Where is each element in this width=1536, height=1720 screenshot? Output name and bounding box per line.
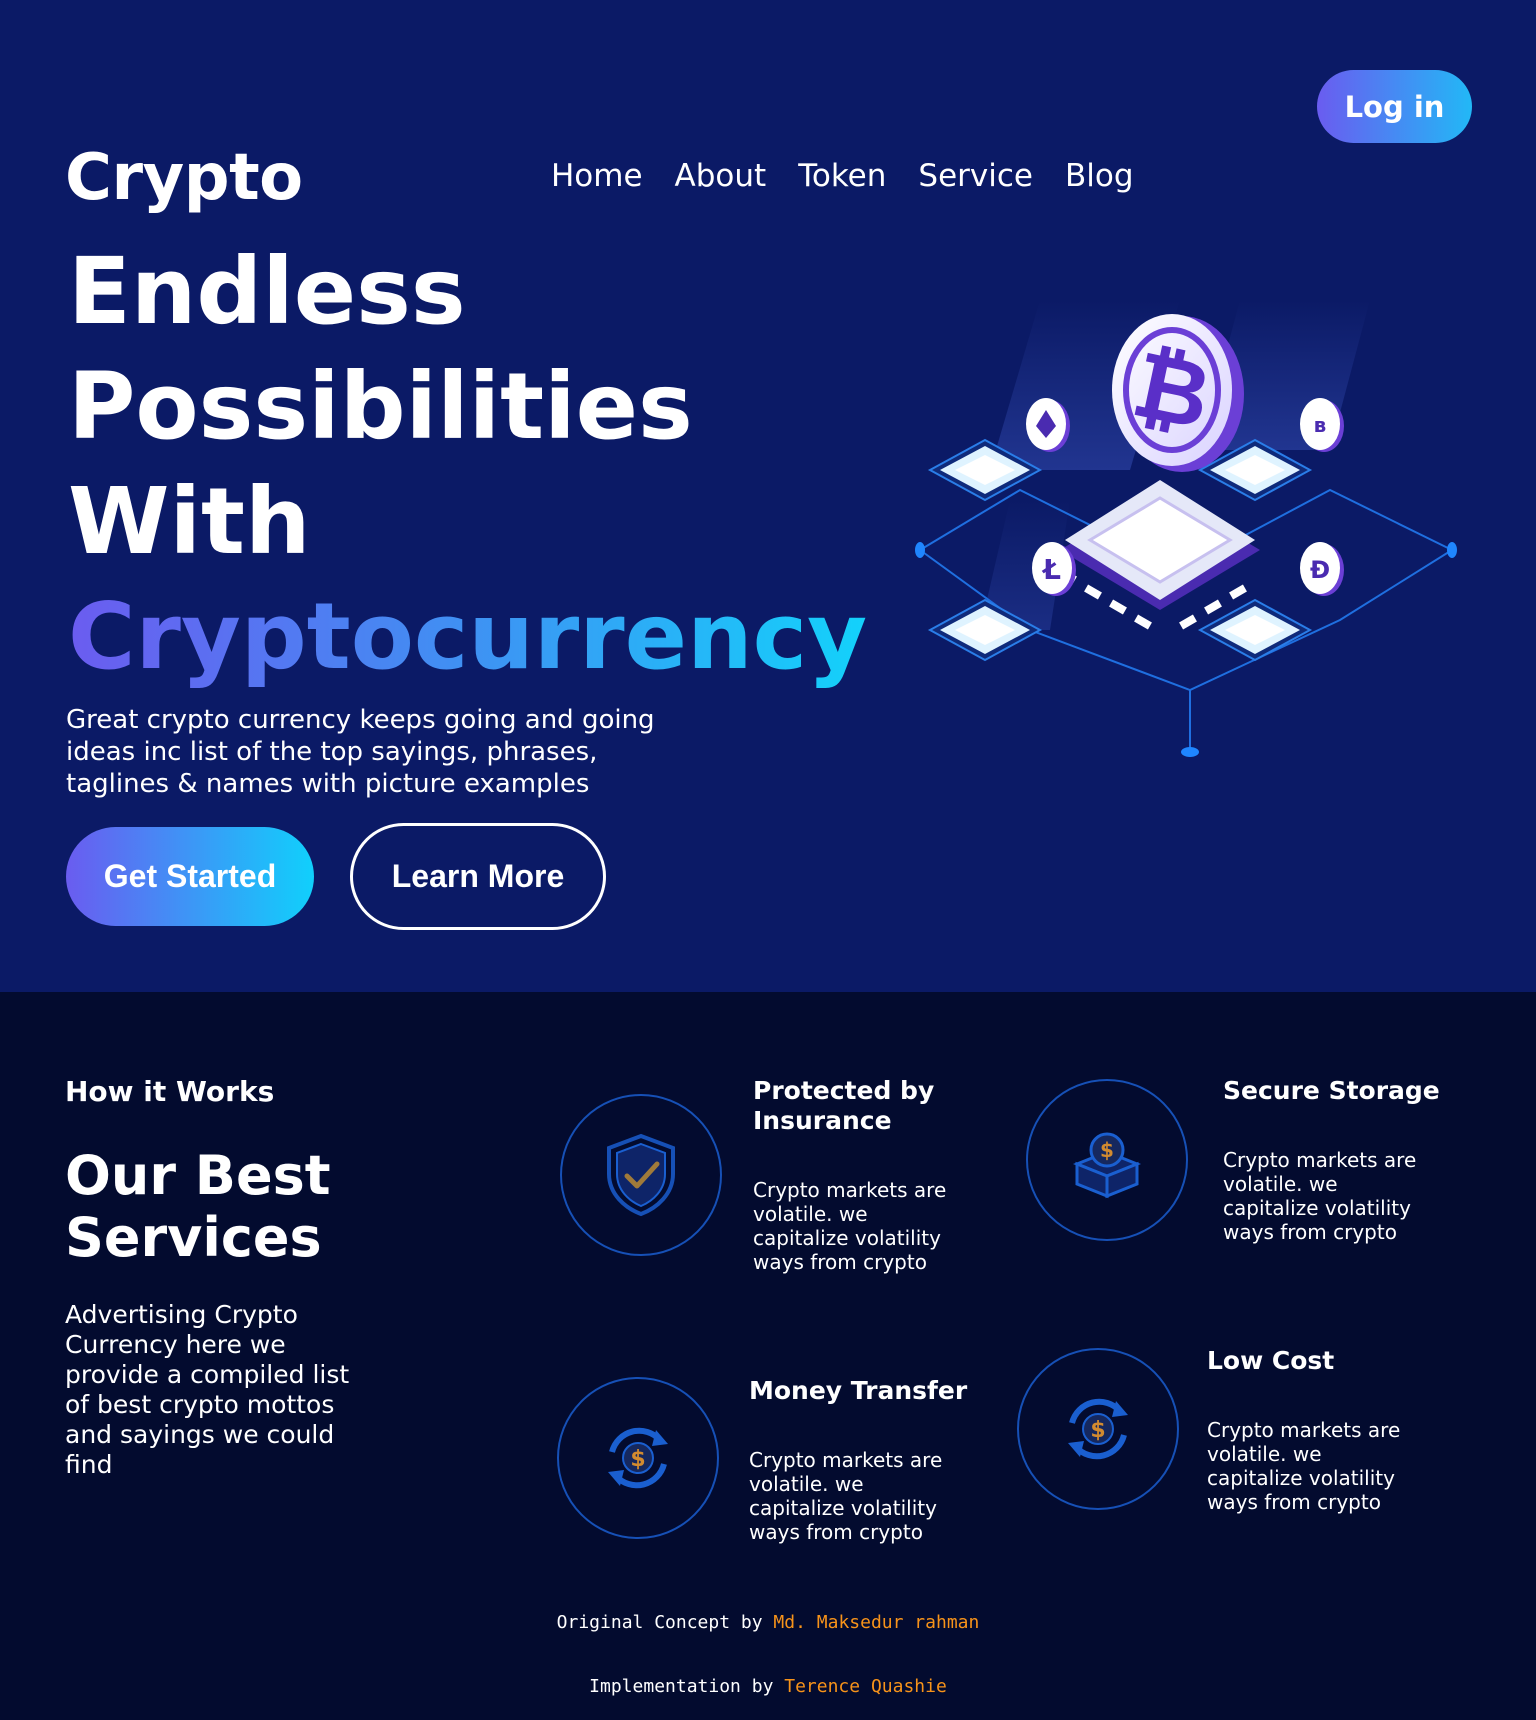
- storage-icon-ring: $: [1026, 1079, 1188, 1241]
- headline-line: Endless: [68, 238, 466, 345]
- chip-main: [1059, 480, 1260, 630]
- shield-check-icon: [607, 1133, 675, 1217]
- login-button[interactable]: Log in: [1317, 70, 1472, 143]
- logo: Crypto: [65, 141, 303, 215]
- credit-concept: Original Concept by Md. Maksedur rahman: [0, 1612, 1536, 1633]
- nav-service[interactable]: Service: [918, 158, 1033, 194]
- transfer-icon-ring: $: [557, 1377, 719, 1539]
- main-nav: Home About Token Service Blog: [551, 158, 1134, 194]
- card-title: Secure Storage: [1223, 1076, 1440, 1105]
- learn-more-button[interactable]: Learn More: [350, 823, 606, 930]
- nav-token[interactable]: Token: [798, 158, 886, 194]
- credit-impl-name[interactable]: Terence Quashie: [784, 1676, 947, 1697]
- section-title: Our Best Services: [65, 1144, 331, 1269]
- dash-icon: Đ: [1300, 542, 1344, 596]
- credit-impl-label: Implementation by: [589, 1676, 774, 1697]
- coin-box-icon: $: [1072, 1132, 1142, 1199]
- svg-text:$: $: [1090, 1418, 1105, 1443]
- dollar-exchange-icon: $: [608, 1427, 668, 1489]
- credit-concept-name[interactable]: Md. Maksedur rahman: [773, 1612, 979, 1633]
- headline-highlight: Cryptocurrency: [68, 579, 867, 694]
- card-text: Crypto markets are volatile. we capitali…: [1223, 1148, 1417, 1244]
- credit-concept-label: Original Concept by: [556, 1612, 763, 1633]
- nav-blog[interactable]: Blog: [1065, 158, 1134, 194]
- svg-text:Ł: Ł: [1041, 553, 1061, 586]
- card-title: Money Transfer: [749, 1376, 968, 1405]
- card-text: Crypto markets are volatile. we capitali…: [753, 1178, 947, 1274]
- svg-text:$: $: [1100, 1138, 1114, 1162]
- section-eyebrow: How it Works: [65, 1075, 275, 1108]
- card-title: Protected by Insurance: [753, 1076, 935, 1135]
- section-description: Advertising Crypto Currency here we prov…: [65, 1300, 350, 1479]
- headline-line: With: [68, 468, 311, 575]
- headline-line: Possibilities: [68, 353, 693, 460]
- get-started-button[interactable]: Get Started: [66, 827, 314, 926]
- crypto-chip-illustration: ₿ ʙ Ł Đ: [915, 300, 1457, 757]
- hero-tagline: Great crypto currency keeps going and go…: [66, 705, 655, 799]
- dollar-exchange-icon: $: [1068, 1398, 1128, 1460]
- hero-headline: Endless Possibilities With Cryptocurrenc…: [68, 234, 867, 694]
- card-text: Crypto markets are volatile. we capitali…: [1207, 1418, 1401, 1514]
- card-text: Crypto markets are volatile. we capitali…: [749, 1448, 943, 1544]
- lowcost-icon-ring: $: [1017, 1348, 1179, 1510]
- svg-text:ʙ: ʙ: [1314, 413, 1327, 437]
- insurance-icon-ring: [560, 1094, 722, 1256]
- credit-implementation: Implementation by Terence Quashie: [0, 1676, 1536, 1697]
- svg-text:$: $: [630, 1447, 645, 1472]
- nav-about[interactable]: About: [675, 158, 767, 194]
- nav-home[interactable]: Home: [551, 158, 643, 194]
- svg-text:Đ: Đ: [1310, 556, 1330, 584]
- card-title: Low Cost: [1207, 1346, 1335, 1375]
